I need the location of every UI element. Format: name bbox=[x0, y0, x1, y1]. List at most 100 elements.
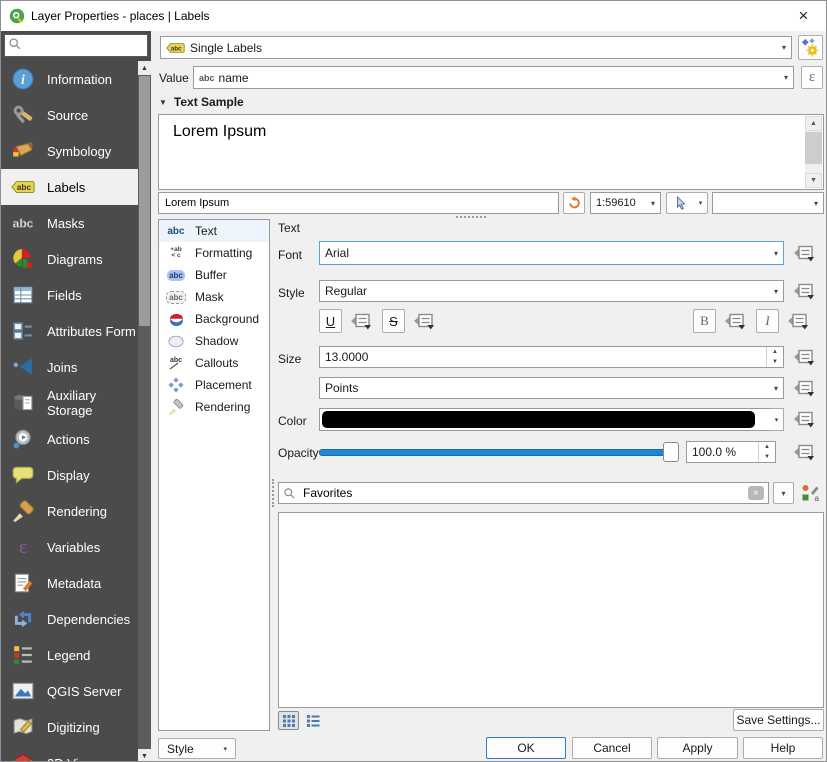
sidebar-item-diagrams[interactable]: Diagrams bbox=[1, 241, 138, 277]
sidebar-item-information[interactable]: i Information bbox=[1, 61, 138, 97]
sidebar-item-metadata[interactable]: Metadata bbox=[1, 565, 138, 601]
strikethrough-button[interactable]: S bbox=[382, 309, 405, 333]
sidebar-item-auxiliary-storage[interactable]: Auxiliary Storage bbox=[1, 385, 138, 421]
map-canvas-scale-button[interactable] bbox=[666, 192, 695, 214]
save-settings-button[interactable]: Save Settings... bbox=[733, 709, 824, 731]
bold-button[interactable]: B bbox=[693, 309, 716, 333]
favorites-search-input[interactable] bbox=[301, 485, 743, 501]
sidebar-item-dependencies[interactable]: Dependencies bbox=[1, 601, 138, 637]
clear-search-icon[interactable]: × bbox=[748, 486, 764, 500]
sidebar-item-source[interactable]: Source bbox=[1, 97, 138, 133]
spin-up-icon[interactable]: ▲ bbox=[759, 442, 775, 452]
legend-icon bbox=[11, 643, 35, 667]
spin-down-icon[interactable]: ▼ bbox=[759, 452, 775, 462]
reset-sample-button[interactable] bbox=[563, 192, 585, 214]
text-format-presets-list[interactable] bbox=[278, 512, 824, 708]
data-defined-override-bold[interactable] bbox=[722, 310, 748, 332]
sidebar-item-display[interactable]: Display bbox=[1, 457, 138, 493]
style-manager-button[interactable]: a bbox=[798, 482, 822, 504]
splitter-handle[interactable] bbox=[456, 216, 486, 218]
icon-view-button[interactable] bbox=[278, 711, 299, 730]
sidebar-item-variables[interactable]: ε Variables bbox=[1, 529, 138, 565]
data-defined-override-underline[interactable] bbox=[348, 310, 374, 332]
favorites-dropdown[interactable]: ▾ bbox=[773, 482, 794, 504]
data-defined-override-color[interactable] bbox=[791, 408, 817, 430]
expression-builder-button[interactable]: ε bbox=[801, 66, 823, 89]
sidebar-search[interactable] bbox=[4, 34, 148, 57]
scrollbar-thumb[interactable] bbox=[139, 76, 150, 326]
data-defined-override-style[interactable] bbox=[791, 280, 817, 302]
map-canvas-scale-dropdown[interactable]: ▾ bbox=[694, 192, 708, 214]
underline-button[interactable]: U bbox=[319, 309, 342, 333]
help-button[interactable]: Help bbox=[743, 737, 823, 759]
data-defined-override-font[interactable] bbox=[791, 242, 817, 264]
sidebar-item-actions[interactable]: Actions bbox=[1, 421, 138, 457]
sidebar-item-attributes-form[interactable]: Attributes Form bbox=[1, 313, 138, 349]
tab-mask[interactable]: abc Mask bbox=[159, 286, 269, 308]
shadow-icon bbox=[163, 335, 189, 348]
sidebar-item-rendering[interactable]: Rendering bbox=[1, 493, 138, 529]
list-view-button[interactable] bbox=[303, 711, 324, 730]
font-combo[interactable]: Arial ▾ bbox=[319, 241, 784, 265]
italic-button[interactable]: I bbox=[756, 309, 779, 333]
splitter-handle[interactable] bbox=[272, 479, 274, 507]
sidebar-item-legend[interactable]: Legend bbox=[1, 637, 138, 673]
ok-button[interactable]: OK bbox=[486, 737, 566, 759]
size-units-combo[interactable]: Points ▾ bbox=[319, 377, 784, 399]
scroll-down-icon[interactable]: ▼ bbox=[138, 749, 151, 762]
scroll-up-icon[interactable]: ▲ bbox=[138, 61, 151, 75]
label-mode-combo[interactable]: abc Single Labels ▾ bbox=[160, 36, 792, 59]
opacity-slider-track[interactable] bbox=[319, 449, 671, 456]
value-field-combo[interactable]: abc name ▾ bbox=[193, 66, 794, 89]
size-spinbox[interactable]: 13.0000 ▲ ▼ bbox=[319, 346, 784, 368]
sidebar-item-qgis-server[interactable]: QGIS Server bbox=[1, 673, 138, 709]
opacity-spinbox[interactable]: 100.0 % ▲ ▼ bbox=[686, 441, 776, 463]
search-input[interactable] bbox=[22, 38, 144, 54]
preview-background-combo[interactable]: ▾ bbox=[712, 192, 824, 214]
color-dropdown[interactable]: ▾ bbox=[770, 408, 784, 431]
sample-text-input[interactable] bbox=[163, 196, 554, 210]
scroll-up-icon[interactable]: ▲ bbox=[805, 116, 822, 131]
sidebar-scrollbar[interactable]: ▲ ▼ bbox=[138, 61, 151, 762]
tab-background[interactable]: Background bbox=[159, 308, 269, 330]
cancel-button[interactable]: Cancel bbox=[572, 737, 652, 759]
scroll-down-icon[interactable]: ▼ bbox=[805, 173, 822, 188]
tab-buffer[interactable]: abc Buffer bbox=[159, 264, 269, 286]
preview-scrollbar[interactable]: ▲ ▼ bbox=[805, 116, 822, 188]
close-icon[interactable]: × bbox=[781, 1, 826, 30]
text-sample-header[interactable]: ▼ Text Sample bbox=[159, 95, 244, 109]
favorites-search[interactable]: × bbox=[278, 482, 769, 504]
sidebar-item-3d-view[interactable]: 3D View bbox=[1, 745, 138, 762]
spin-down-icon[interactable]: ▼ bbox=[767, 357, 783, 367]
sidebar-item-symbology[interactable]: Symbology bbox=[1, 133, 138, 169]
sidebar-item-masks[interactable]: abc Masks bbox=[1, 205, 138, 241]
opacity-slider-handle[interactable] bbox=[663, 442, 679, 462]
sample-scale-combo[interactable]: 1:59610 ▾ bbox=[590, 192, 661, 214]
tab-text[interactable]: abc Text bbox=[159, 220, 269, 242]
tab-placement[interactable]: Placement bbox=[159, 374, 269, 396]
style-menu-button[interactable]: Style ▾ bbox=[158, 738, 236, 759]
automated-placement-button[interactable] bbox=[798, 35, 823, 60]
style-combo[interactable]: Regular ▾ bbox=[319, 280, 784, 302]
sidebar-item-fields[interactable]: Fields bbox=[1, 277, 138, 313]
sidebar-item-digitizing[interactable]: Digitizing bbox=[1, 709, 138, 745]
metadata-icon bbox=[11, 571, 35, 595]
tab-rendering[interactable]: Rendering bbox=[159, 396, 269, 418]
data-defined-override-strikethrough[interactable] bbox=[411, 310, 437, 332]
scrollbar-thumb[interactable] bbox=[805, 132, 822, 164]
tab-shadow[interactable]: Shadow bbox=[159, 330, 269, 352]
tab-callouts[interactable]: abc Callouts bbox=[159, 352, 269, 374]
data-defined-override-size[interactable] bbox=[791, 346, 817, 368]
spin-up-icon[interactable]: ▲ bbox=[767, 347, 783, 357]
data-defined-override-units[interactable] bbox=[791, 377, 817, 399]
sidebar-item-labels[interactable]: abc Labels bbox=[1, 169, 138, 205]
sidebar-item-joins[interactable]: Joins bbox=[1, 349, 138, 385]
tab-formatting[interactable]: +ab< c Formatting bbox=[159, 242, 269, 264]
data-defined-override-opacity[interactable] bbox=[791, 441, 817, 463]
layer-properties-dialog: Layer Properties - places | Labels × i I… bbox=[0, 0, 827, 762]
font-value: Arial bbox=[325, 246, 349, 260]
data-defined-override-italic[interactable] bbox=[785, 310, 811, 332]
color-button[interactable] bbox=[319, 408, 771, 431]
style-manager-icon: a bbox=[801, 484, 819, 502]
apply-button[interactable]: Apply bbox=[657, 737, 738, 759]
